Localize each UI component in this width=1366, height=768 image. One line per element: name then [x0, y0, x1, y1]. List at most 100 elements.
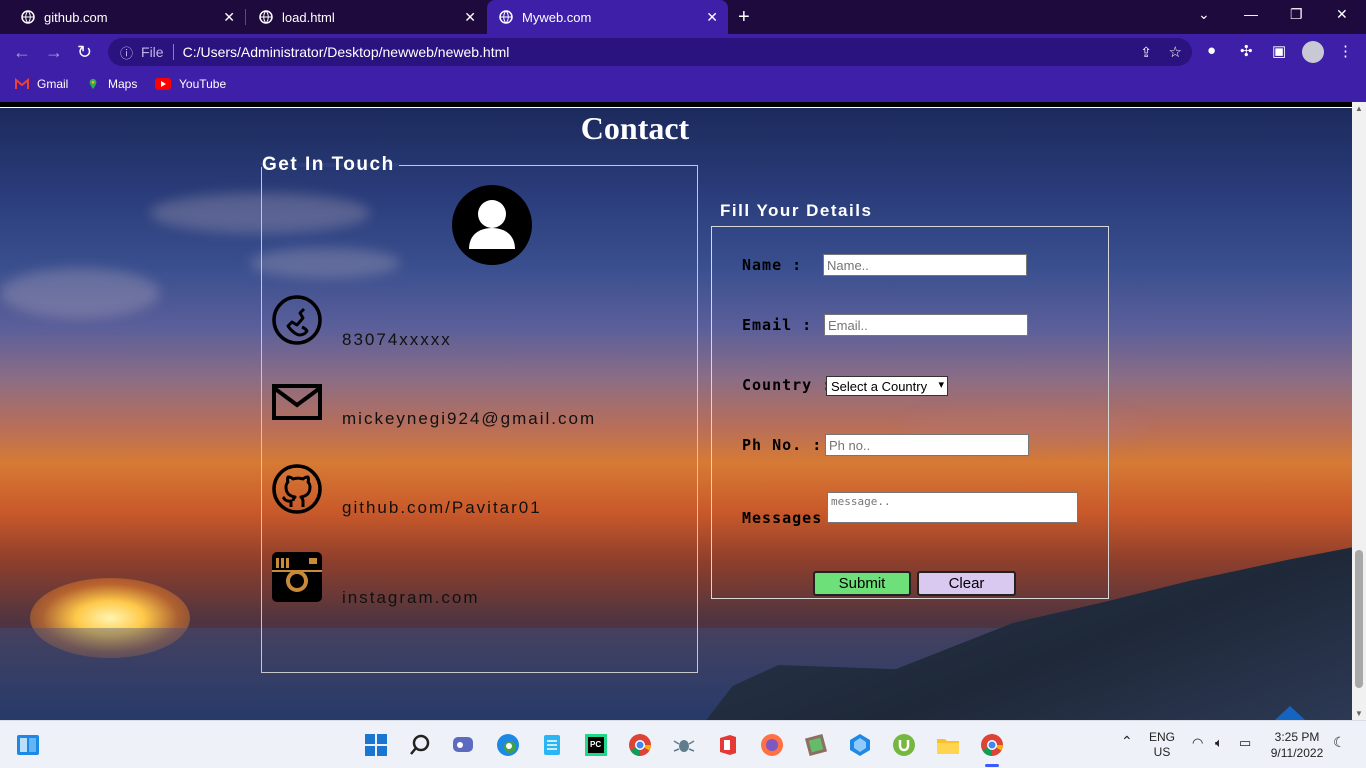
file-explorer-icon[interactable] — [936, 733, 960, 757]
bookmark-gmail[interactable]: Gmail — [15, 77, 68, 91]
email-address: mickeynegi924@gmail.com — [342, 409, 597, 428]
bookmarks-bar: Gmail Maps YouTube — [0, 70, 1366, 102]
email-input[interactable] — [824, 314, 1028, 336]
phone-input[interactable] — [825, 434, 1029, 456]
active-app-indicator — [985, 764, 999, 767]
email-label: Email : — [742, 316, 813, 334]
page-title: Contact — [580, 110, 690, 146]
globe-icon — [21, 10, 35, 24]
menu-kebab-icon[interactable]: ⋮ — [1338, 42, 1353, 60]
info-icon[interactable]: ⓘ — [120, 43, 133, 62]
bookmark-maps[interactable]: Maps — [86, 77, 137, 91]
virtualbox-icon[interactable] — [848, 733, 872, 757]
youtube-icon — [155, 78, 171, 90]
forward-arrow-icon[interactable]: → — [45, 42, 63, 63]
instagram-camera-icon — [272, 552, 322, 602]
teams-chat-icon[interactable] — [451, 733, 475, 757]
windows-start-icon[interactable] — [364, 733, 388, 757]
side-panel-icon[interactable]: ▣ — [1272, 42, 1286, 60]
submit-button[interactable]: Submit — [813, 571, 911, 596]
chrome-active-icon[interactable] — [980, 733, 1004, 757]
clock-date: 9/11/2022 — [1270, 746, 1324, 760]
wifi-icon[interactable]: ◠ — [1192, 735, 1203, 751]
page-scrollbar[interactable]: ▲ ▼ — [1352, 102, 1366, 720]
scroll-down-icon[interactable]: ▼ — [1355, 709, 1363, 718]
close-icon[interactable]: ✕ — [706, 9, 718, 26]
github-icon — [272, 464, 322, 514]
instagram-link[interactable]: instagram.com — [342, 588, 479, 608]
name-label: Name : — [742, 256, 803, 274]
page-viewport: Contact Get In Touch 83074xxxxx mickeyne… — [0, 108, 1352, 720]
scroll-to-top-icon[interactable] — [1275, 706, 1305, 720]
country-select[interactable]: Select a Country ▾ — [826, 376, 948, 396]
windows-taskbar: PC ⌃ ENG US ◠ 🔈︎ ▭ 3:25 PM 9/11/2022 ☾ — [0, 720, 1366, 768]
close-icon[interactable]: ✕ — [464, 9, 476, 26]
widgets-icon[interactable] — [16, 733, 40, 757]
close-icon[interactable]: ✕ — [223, 9, 235, 26]
office-icon[interactable] — [716, 733, 740, 757]
url-text[interactable]: C:/Users/Administrator/Desktop/newweb/ne… — [183, 44, 510, 60]
utorrent-icon[interactable] — [892, 733, 916, 757]
notepad-icon[interactable] — [540, 733, 564, 757]
bookmark-youtube[interactable]: YouTube — [155, 77, 226, 91]
tab-title: Myweb.com — [522, 9, 592, 25]
language-text: ENG — [1148, 730, 1175, 744]
language-indicator[interactable]: ENG US — [1146, 730, 1178, 760]
maps-icon — [89, 78, 97, 90]
tab-myweb[interactable]: Myweb.com ✕ — [487, 0, 728, 34]
get-in-touch-legend: Get In Touch — [262, 154, 395, 175]
globe-icon — [499, 10, 513, 24]
country-selected-value: Select a Country — [831, 379, 928, 394]
edge-browser-icon[interactable] — [496, 733, 520, 757]
firefox-icon[interactable] — [760, 733, 784, 757]
chrome-icon[interactable] — [628, 733, 652, 757]
tab-search-chevron-icon[interactable]: ⌄ — [1198, 6, 1210, 23]
globe-icon — [259, 10, 273, 24]
tab-strip: github.com ✕ load.html ✕ Myweb.com ✕ + ⌄… — [0, 0, 1366, 34]
bookmark-label: Gmail — [37, 77, 69, 91]
url-scheme: File — [141, 44, 164, 60]
window-close-icon[interactable]: ✕ — [1336, 6, 1348, 23]
restore-icon[interactable]: ❐ — [1290, 6, 1303, 23]
scrollbar-thumb[interactable] — [1355, 550, 1363, 688]
phone-label: Ph No. : — [742, 436, 823, 454]
extensions-puzzle-icon[interactable]: ✣ — [1240, 42, 1253, 60]
country-label: Country : — [742, 376, 833, 394]
mail-envelope-icon — [272, 384, 322, 420]
region-text: US — [1153, 745, 1171, 759]
focus-moon-icon[interactable]: ☾ — [1333, 734, 1346, 751]
tray-chevron-up-icon[interactable]: ⌃ — [1121, 733, 1133, 750]
details-form-box — [711, 226, 1109, 599]
svg-text:PC: PC — [590, 740, 601, 749]
back-arrow-icon[interactable]: ← — [13, 42, 31, 63]
minimize-icon[interactable]: — — [1244, 6, 1258, 22]
profile-avatar[interactable] — [1302, 41, 1324, 63]
new-tab-plus-icon[interactable]: + — [738, 6, 750, 29]
battery-icon[interactable]: ▭ — [1239, 735, 1251, 751]
reload-icon[interactable]: ↻ — [77, 42, 92, 63]
gmail-icon — [15, 78, 29, 89]
tab-title: load.html — [282, 9, 335, 25]
phone-number: 83074xxxxx — [342, 330, 452, 349]
clock-time: 3:25 PM — [1274, 730, 1320, 744]
github-link[interactable]: github.com/Pavitar01 — [342, 498, 542, 518]
address-bar[interactable]: ⓘ File C:/Users/Administrator/Desktop/ne… — [108, 38, 1192, 66]
share-icon[interactable]: ⇪ — [1140, 44, 1152, 61]
user-avatar-icon — [452, 185, 532, 265]
message-textarea[interactable]: message.. — [827, 492, 1078, 523]
media-extension-icon[interactable]: ● — [1207, 42, 1216, 59]
tab-github[interactable]: github.com ✕ — [0, 0, 245, 34]
volume-icon[interactable]: 🔈︎ — [1215, 735, 1223, 751]
clear-button[interactable]: Clear — [917, 571, 1016, 596]
bug-tool-icon[interactable] — [672, 733, 696, 757]
scroll-up-icon[interactable]: ▲ — [1355, 104, 1363, 113]
phone-icon — [272, 295, 322, 345]
search-icon[interactable] — [408, 733, 432, 757]
clock[interactable]: 3:25 PM 9/11/2022 — [1264, 729, 1330, 761]
pycharm-icon[interactable]: PC — [584, 733, 608, 757]
chevron-down-icon: ▾ — [938, 379, 944, 391]
name-input[interactable] — [823, 254, 1027, 276]
bookmark-star-icon[interactable]: ☆ — [1169, 43, 1182, 61]
tab-load[interactable]: load.html ✕ — [238, 0, 486, 34]
winrar-icon[interactable] — [804, 733, 828, 757]
